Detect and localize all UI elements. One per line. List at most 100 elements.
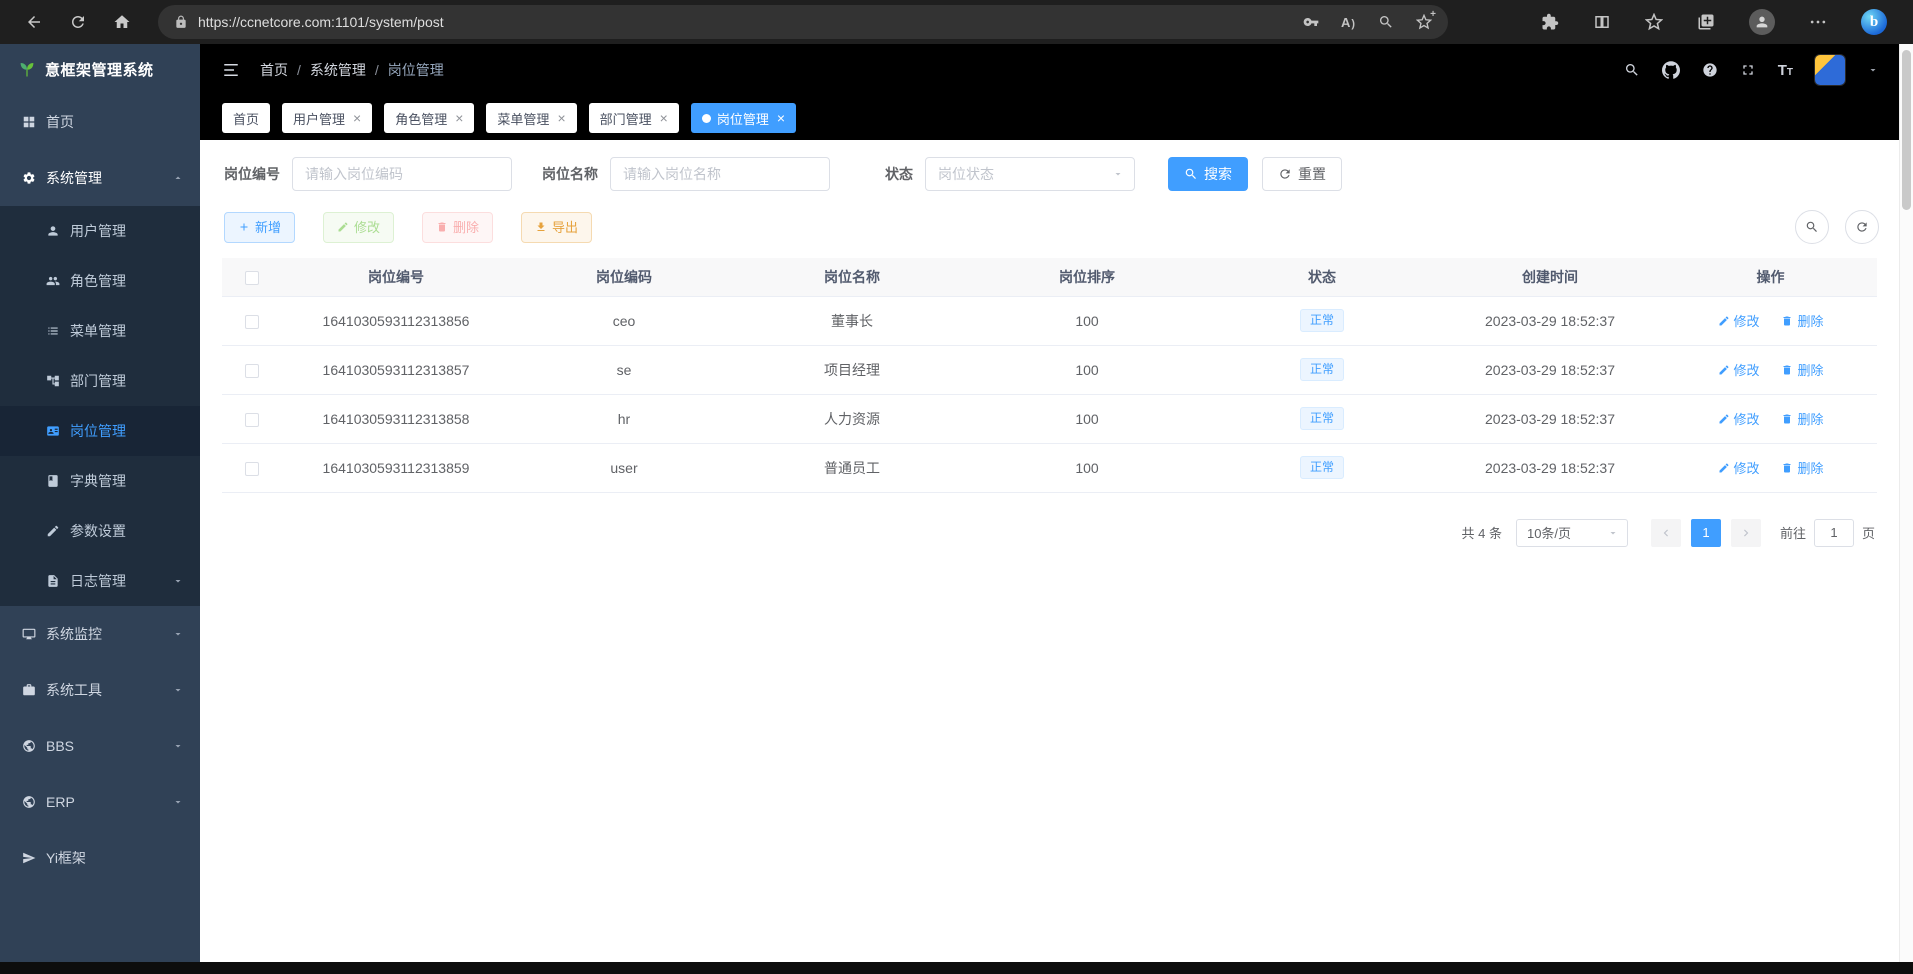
sidebar-item-system-tools[interactable]: 系统工具 [0,662,200,718]
row-edit-link[interactable]: 修改 [1718,360,1760,379]
globe-icon [22,739,36,753]
help-question-icon[interactable] [1702,62,1718,78]
tab-home[interactable]: 首页 [222,103,270,133]
breadcrumb-section[interactable]: 系统管理 [310,60,366,80]
github-icon[interactable] [1662,61,1680,79]
favorites-star-icon[interactable] [1645,13,1663,31]
tab-dept-mgmt[interactable]: 部门管理 × [589,103,679,133]
zoom-icon[interactable] [1378,14,1394,30]
font-size-icon[interactable]: TT [1778,62,1793,79]
row-delete-link[interactable]: 删除 [1781,360,1823,379]
app-title: 意框架管理系统 [45,59,154,80]
tab-close-icon[interactable]: × [455,111,463,125]
trash-icon [1781,315,1793,327]
row-delete-link[interactable]: 删除 [1781,458,1823,477]
tab-close-icon[interactable]: × [777,111,785,125]
table-row[interactable]: 1641030593112313859 user 普通员工 100 正常 202… [222,443,1877,492]
sidebar-item-menu-mgmt[interactable]: 菜单管理 [0,306,200,356]
status-select[interactable]: 岗位状态 [925,157,1135,191]
tab-menu-mgmt[interactable]: 菜单管理 × [486,103,576,133]
sidebar-item-role-mgmt[interactable]: 角色管理 [0,256,200,306]
delete-button[interactable]: 删除 [422,212,493,243]
top-navbar: 首页 / 系统管理 / 岗位管理 TT [200,44,1899,96]
password-key-icon[interactable] [1303,14,1319,30]
sidebar-item-post-mgmt[interactable]: 岗位管理 [0,406,200,456]
row-edit-link[interactable]: 修改 [1718,458,1760,477]
breadcrumb: 首页 / 系统管理 / 岗位管理 [260,60,444,80]
scrollbar-thumb[interactable] [1902,50,1911,210]
cell-post-name: 项目经理 [738,345,966,394]
chevron-down-icon[interactable] [1867,64,1879,76]
sidebar-item-home[interactable]: 首页 [0,94,200,150]
split-screen-icon[interactable] [1593,13,1611,31]
sidebar-item-label: 角色管理 [70,271,126,291]
sidebar-item-erp[interactable]: ERP [0,774,200,830]
row-edit-link[interactable]: 修改 [1718,311,1760,330]
collections-icon[interactable] [1697,13,1715,31]
extensions-puzzle-icon[interactable] [1541,13,1559,31]
sidebar-item-yi-framework[interactable]: Yi框架 [0,830,200,886]
sidebar-item-log-mgmt[interactable]: 日志管理 [0,556,200,606]
tab-user-mgmt[interactable]: 用户管理 × [282,103,372,133]
browser-profile-avatar[interactable] [1749,9,1775,35]
tab-close-icon[interactable]: × [353,111,361,125]
add-button[interactable]: 新增 [224,212,295,243]
scrollbar-track[interactable] [1899,44,1913,962]
edit-button[interactable]: 修改 [323,212,394,243]
sidebar-item-bbs[interactable]: BBS [0,718,200,774]
browser-chrome: https://ccnetcore.com:1101/system/post A… [0,0,1913,44]
row-checkbox[interactable] [245,413,259,427]
sidebar-item-param-settings[interactable]: 参数设置 [0,506,200,556]
browser-refresh-button[interactable] [56,5,100,39]
row-delete-link[interactable]: 删除 [1781,409,1823,428]
table-row[interactable]: 1641030593112313858 hr 人力资源 100 正常 2023-… [222,394,1877,443]
copilot-bing-icon[interactable]: b [1861,9,1887,35]
reset-button[interactable]: 重置 [1262,157,1342,191]
refresh-table-button[interactable] [1845,210,1879,244]
toggle-search-button[interactable] [1795,210,1829,244]
search-button[interactable]: 搜索 [1168,157,1248,191]
trash-icon [436,221,448,233]
pen-icon [1718,315,1730,327]
tab-role-mgmt[interactable]: 角色管理 × [384,103,474,133]
add-favorite-star-icon[interactable]: + [1416,14,1432,30]
fullscreen-icon[interactable] [1740,62,1756,78]
export-button[interactable]: 导出 [521,212,592,243]
select-all-checkbox[interactable] [245,271,259,285]
row-checkbox[interactable] [245,462,259,476]
page-size-select[interactable]: 10条/页 [1516,519,1628,547]
browser-back-button[interactable] [12,5,56,39]
read-aloud-icon[interactable]: A) [1341,15,1356,30]
browser-home-button[interactable] [100,5,144,39]
post-code-input[interactable] [292,157,512,191]
prev-page-button[interactable] [1651,519,1681,547]
sidebar-item-label: 日志管理 [70,571,126,591]
row-checkbox[interactable] [245,315,259,329]
col-actions: 操作 [1664,258,1877,296]
page-number-1[interactable]: 1 [1691,519,1721,547]
row-checkbox[interactable] [245,364,259,378]
table-row[interactable]: 1641030593112313856 ceo 董事长 100 正常 2023-… [222,296,1877,345]
sidebar-item-dict-mgmt[interactable]: 字典管理 [0,456,200,506]
header-search-icon[interactable] [1624,62,1640,78]
sidebar-item-system-mgmt[interactable]: 系统管理 [0,150,200,206]
breadcrumb-home[interactable]: 首页 [260,60,288,80]
tab-close-icon[interactable]: × [557,111,565,125]
book-icon [46,474,60,488]
sidebar-toggle[interactable] [222,61,240,79]
user-avatar[interactable] [1815,55,1845,85]
sidebar-item-user-mgmt[interactable]: 用户管理 [0,206,200,256]
address-bar[interactable]: https://ccnetcore.com:1101/system/post A… [158,5,1448,39]
table-row[interactable]: 1641030593112313857 se 项目经理 100 正常 2023-… [222,345,1877,394]
goto-page-input[interactable] [1814,519,1854,547]
chevron-down-icon [172,740,184,752]
next-page-button[interactable] [1731,519,1761,547]
row-edit-link[interactable]: 修改 [1718,409,1760,428]
sidebar-item-system-monitor[interactable]: 系统监控 [0,606,200,662]
post-name-input[interactable] [610,157,830,191]
sidebar-item-dept-mgmt[interactable]: 部门管理 [0,356,200,406]
tab-close-icon[interactable]: × [660,111,668,125]
row-delete-link[interactable]: 删除 [1781,311,1823,330]
tab-post-mgmt[interactable]: 岗位管理 × [691,103,796,133]
browser-menu-ellipsis-icon[interactable] [1809,13,1827,31]
